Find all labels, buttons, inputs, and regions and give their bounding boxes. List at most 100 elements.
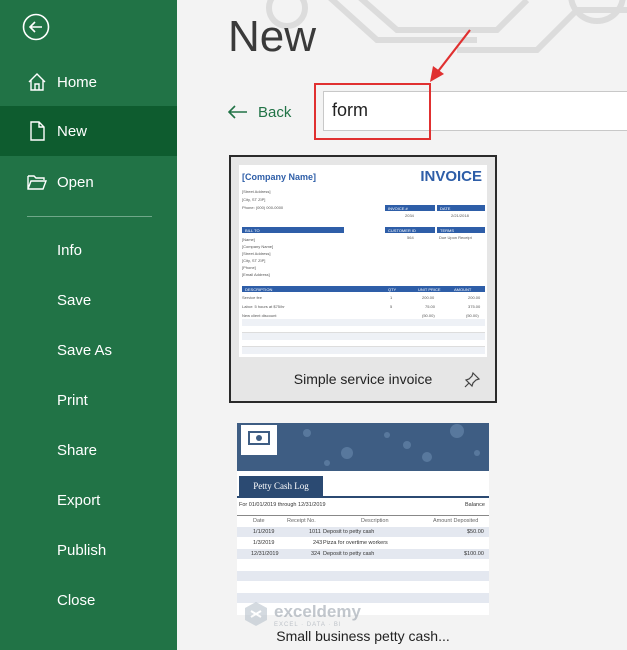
nav-label: Open [57, 173, 94, 191]
thumb-text: Labor: 5 hours at $75/hr [242, 304, 285, 309]
back-link[interactable]: Back [228, 100, 291, 124]
page-title: New [228, 12, 317, 61]
sidebar-item-info[interactable]: Info [0, 228, 177, 276]
template-card-simple-service-invoice[interactable]: [Company Name] INVOICE [Street Address] … [229, 155, 497, 403]
thumb-text: TERMS [440, 227, 454, 233]
template-name: Small business petty cash... [276, 628, 450, 644]
thumb-text: [Name] [242, 237, 255, 242]
thumb-header-bar: INVOICE # [385, 205, 435, 211]
nav-item-open[interactable]: Open [0, 157, 177, 207]
thumb-text: [Phone] [242, 265, 256, 270]
thumb-text: 200.00 [422, 295, 435, 300]
sidebar-item-label: Export [57, 492, 101, 509]
thumb-header-bar: CUSTOMER ID [385, 227, 435, 233]
new-document-icon [30, 121, 45, 141]
sidebar-item-label: Close [57, 592, 96, 609]
thumb-text: Deposit to petty cash [323, 551, 375, 557]
sidebar-item-label: Info [57, 242, 83, 259]
sidebar-item-share[interactable]: Share [0, 428, 177, 476]
thumb-tab-title: Petty Cash Log [239, 476, 323, 496]
thumb-text: $100.00 [464, 551, 484, 557]
thumb-text: QTY [388, 286, 397, 292]
thumb-text: [City, ST ZIP] [242, 258, 266, 263]
thumb-text: 75.00 [425, 304, 436, 309]
nav-item-home[interactable]: Home [0, 57, 177, 107]
thumb-row [242, 333, 485, 340]
nav-item-new[interactable]: New [0, 106, 177, 156]
thumb-text: [Street Address] [242, 251, 271, 256]
thumb-text: UNIT PRICE [418, 286, 441, 292]
sidebar-item-label: Print [57, 392, 88, 409]
thumb-text: Date [253, 518, 265, 524]
thumb-header-bar: TERMS [437, 227, 485, 233]
thumb-text: [City, ST ZIP] [242, 197, 266, 202]
back-arrow-icon [228, 105, 247, 119]
thumb-text: INVOICE # [388, 205, 408, 211]
backstage-sidebar: Home New Open Info Save Save As Print Sh… [0, 0, 177, 650]
thumb-text: 324 [311, 551, 321, 557]
thumb-text: [Street Address] [242, 189, 271, 194]
thumb-text: Deposit to petty cash [323, 529, 375, 535]
thumb-text: 1/1/2019 [253, 529, 275, 535]
thumb-table-header: DESCRIPTION QTY UNIT PRICE AMOUNT [242, 286, 485, 292]
thumb-row [242, 326, 485, 333]
template-name: Simple service invoice [293, 371, 433, 387]
sidebar-item-export[interactable]: Export [0, 478, 177, 526]
thumb-divider [237, 496, 489, 498]
sidebar-item-publish[interactable]: Publish [0, 528, 177, 576]
thumb-text: AMOUNT [454, 286, 472, 292]
thumb-text: 375.00 [468, 304, 481, 309]
thumb-text: For 01/01/2019 through 12/31/2019 [239, 502, 326, 508]
thumb-text: Phone: (000) 000-0000 [242, 205, 284, 210]
thumb-header-bar: DATE [437, 205, 485, 211]
template-card-petty-cash[interactable]: Petty Cash Log For 01/01/2019 through 12… [237, 423, 489, 615]
thumb-text: 5 [390, 304, 393, 309]
thumb-text: Balance [465, 502, 485, 508]
back-label: Back [258, 103, 292, 121]
thumb-text: DATE [440, 205, 451, 211]
sidebar-item-print[interactable]: Print [0, 378, 177, 426]
sidebar-item-save[interactable]: Save [0, 278, 177, 326]
thumb-text: BILL TO [245, 227, 260, 233]
thumb-text: 2034 [405, 213, 414, 218]
thumb-text: Due Upon Receipt [439, 235, 472, 240]
sidebar-item-save-as[interactable]: Save As [0, 328, 177, 376]
thumb-text: 243 [313, 540, 323, 546]
thumb-text: Service fee [242, 295, 263, 300]
template-thumbnail: [Company Name] INVOICE [Street Address] … [239, 165, 487, 357]
thumb-title: INVOICE [420, 168, 482, 185]
thumb-banner [237, 423, 489, 471]
thumb-text: (50.00) [422, 313, 435, 318]
nav-label: Home [57, 73, 98, 91]
sidebar-item-label: Save [57, 292, 92, 309]
thumb-row [242, 347, 485, 354]
sidebar-item-label: Save As [57, 342, 113, 359]
thumb-text: CUSTOMER ID [388, 227, 416, 233]
thumb-text: 1/3/2019 [253, 540, 275, 546]
thumb-text: 1 [390, 295, 393, 300]
thumb-header-bar: BILL TO [242, 227, 344, 233]
thumb-text: Receipt No. [287, 518, 316, 524]
thumb-text: 564 [407, 235, 414, 240]
thumb-text: [Email Address] [242, 272, 270, 277]
thumb-text: 2/21/2018 [451, 213, 469, 218]
back-arrow-icon[interactable] [22, 13, 50, 41]
thumb-company: [Company Name] [242, 172, 317, 182]
thumb-row [242, 319, 485, 326]
template-search-input[interactable] [332, 100, 612, 121]
sidebar-item-label: Publish [57, 542, 107, 559]
open-folder-icon [27, 175, 48, 190]
thumb-text: 12/31/2019 [251, 551, 279, 557]
sidebar-item-label: Share [57, 442, 98, 459]
thumb-text: DESCRIPTION [245, 286, 273, 292]
thumb-row [237, 571, 489, 581]
thumb-text: 1011 [309, 529, 321, 535]
thumb-row [237, 593, 489, 603]
sidebar-divider [27, 216, 152, 217]
thumb-text: [Company Name] [242, 244, 274, 249]
thumb-text: Amount Deposited [433, 518, 479, 524]
thumb-text: 200.00 [468, 295, 481, 300]
sidebar-item-close[interactable]: Close [0, 578, 177, 626]
pin-icon[interactable] [463, 371, 481, 389]
template-search-box[interactable] [323, 91, 627, 131]
